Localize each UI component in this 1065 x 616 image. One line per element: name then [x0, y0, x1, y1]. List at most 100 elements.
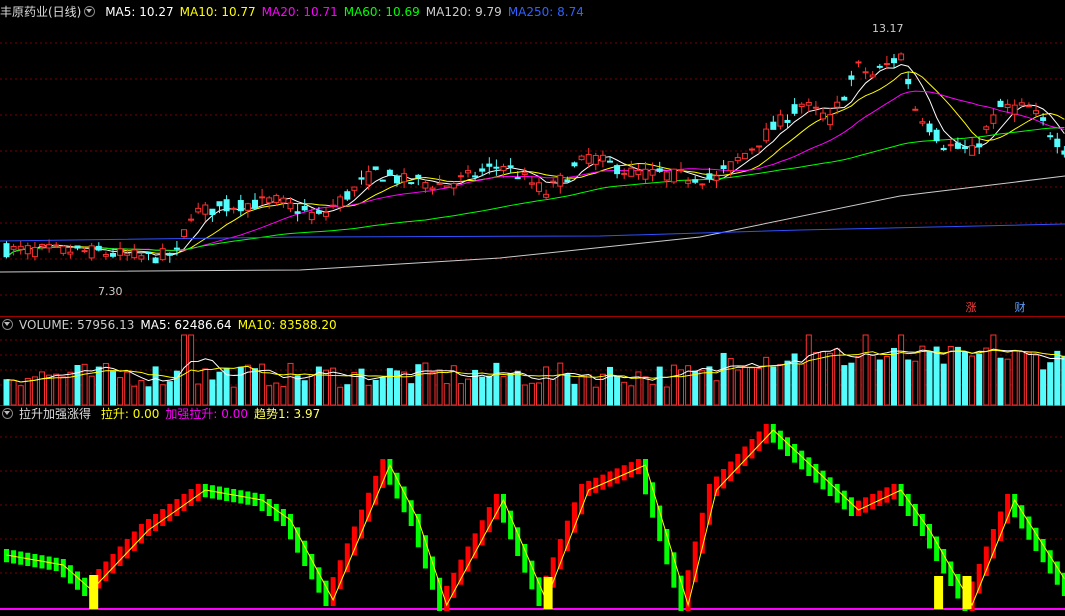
- volume-bar: [39, 371, 45, 406]
- candle-body: [67, 251, 74, 255]
- volume-bar: [465, 378, 471, 406]
- candle-body: [720, 165, 727, 169]
- candle-body: [905, 78, 912, 85]
- volume-bar: [578, 375, 585, 406]
- settings-chevron-icon[interactable]: [84, 6, 96, 17]
- indicator-bar: [380, 459, 386, 488]
- candle-body: [628, 167, 635, 177]
- candle-body: [543, 193, 550, 198]
- volume-bar: [564, 373, 571, 406]
- indicator-bar: [806, 457, 812, 476]
- candle-body: [252, 199, 258, 209]
- candle-body: [386, 169, 393, 176]
- candle-body: [898, 53, 905, 61]
- volume-settings-chevron-icon[interactable]: [2, 319, 13, 330]
- indicator-bars[interactable]: [4, 424, 1065, 611]
- indicator-bar: [146, 519, 151, 536]
- indicator-settings-chevron-icon[interactable]: [2, 408, 13, 419]
- volume-bars[interactable]: [3, 334, 1065, 406]
- candle-body: [756, 145, 763, 148]
- volume-bar: [521, 384, 528, 406]
- indicator-bar: [309, 554, 315, 580]
- candle-body: [500, 165, 507, 171]
- indicator-bar: [401, 486, 407, 513]
- volume-bar: [543, 366, 550, 406]
- badge-zhang[interactable]: 涨: [963, 301, 979, 315]
- candle-body: [493, 166, 500, 169]
- volume-bar: [741, 366, 748, 406]
- candle-body: [834, 101, 841, 108]
- indicator-bar: [827, 477, 833, 496]
- indicator-bar: [387, 459, 393, 485]
- candle-body: [415, 174, 422, 179]
- indicator-bar: [351, 526, 357, 556]
- indicator-bar: [579, 484, 585, 515]
- candle-body: [614, 165, 621, 175]
- volume-bar: [770, 366, 777, 406]
- indicator-bar: [174, 499, 180, 516]
- candle-body: [820, 112, 826, 120]
- indicator-bar: [735, 454, 741, 474]
- indicator-bar: [792, 444, 798, 463]
- indicator-bar: [742, 446, 748, 466]
- ma-line-250: [0, 223, 1065, 242]
- volume-bar: [592, 386, 599, 406]
- indicator-bar: [848, 497, 854, 516]
- candle-body: [443, 185, 450, 188]
- candle-body: [287, 202, 294, 210]
- volume-bar: [876, 359, 883, 406]
- candlestick-series[interactable]: [3, 52, 1065, 264]
- indicator-bar: [302, 540, 308, 566]
- indicator-bar: [323, 580, 329, 606]
- volume-bar: [607, 366, 613, 406]
- volume-bar: [10, 379, 17, 406]
- indicator-bar: [295, 527, 301, 553]
- volume-bar: [1047, 362, 1054, 406]
- volume-bar: [749, 367, 755, 406]
- volume-bar: [479, 376, 486, 406]
- badge-cai[interactable]: 财: [1012, 301, 1028, 315]
- volume-bar: [31, 376, 38, 406]
- volume-bar: [550, 378, 557, 406]
- volume-bar: [621, 381, 628, 406]
- volume-bar: [649, 383, 656, 406]
- candle-body: [472, 175, 479, 178]
- candle-body: [592, 155, 599, 165]
- volume-bar: [848, 362, 855, 406]
- volume-bar: [820, 351, 826, 406]
- candle-body: [891, 58, 897, 64]
- volume-bar: [46, 374, 53, 406]
- candle-body: [940, 147, 947, 151]
- indicator-bar: [564, 520, 570, 551]
- volume-bar: [372, 379, 379, 406]
- volume-bar: [351, 371, 358, 406]
- candle-body: [699, 183, 706, 186]
- volume-bar: [486, 375, 493, 406]
- candle-body: [763, 128, 770, 142]
- candle-body: [841, 96, 848, 101]
- indicator-bar: [572, 502, 577, 533]
- volume-bar: [997, 357, 1004, 406]
- ma-label-3: MA60: 10.69: [343, 5, 420, 19]
- volume-bar: [3, 379, 10, 406]
- candle-body: [912, 108, 919, 111]
- indicator-bar: [976, 564, 982, 594]
- candle-body: [536, 182, 542, 192]
- volume-bar: [926, 351, 933, 406]
- indicator-bar: [167, 504, 173, 521]
- indicator-bar: [863, 497, 869, 513]
- indicator-bar: [153, 514, 159, 531]
- candle-body: [855, 61, 862, 64]
- volume-bar: [436, 369, 443, 406]
- candle-body: [10, 246, 17, 250]
- candle-body: [166, 252, 173, 256]
- volume-bar: [756, 368, 763, 406]
- volume-bar: [940, 363, 947, 406]
- indicator-bar: [181, 494, 187, 511]
- chart-stage[interactable]: [0, 0, 1065, 616]
- candle-body: [401, 173, 408, 183]
- volume-bar: [536, 382, 542, 406]
- volume-bar: [422, 362, 429, 406]
- volume-bar: [898, 334, 905, 406]
- candle-body: [159, 248, 166, 261]
